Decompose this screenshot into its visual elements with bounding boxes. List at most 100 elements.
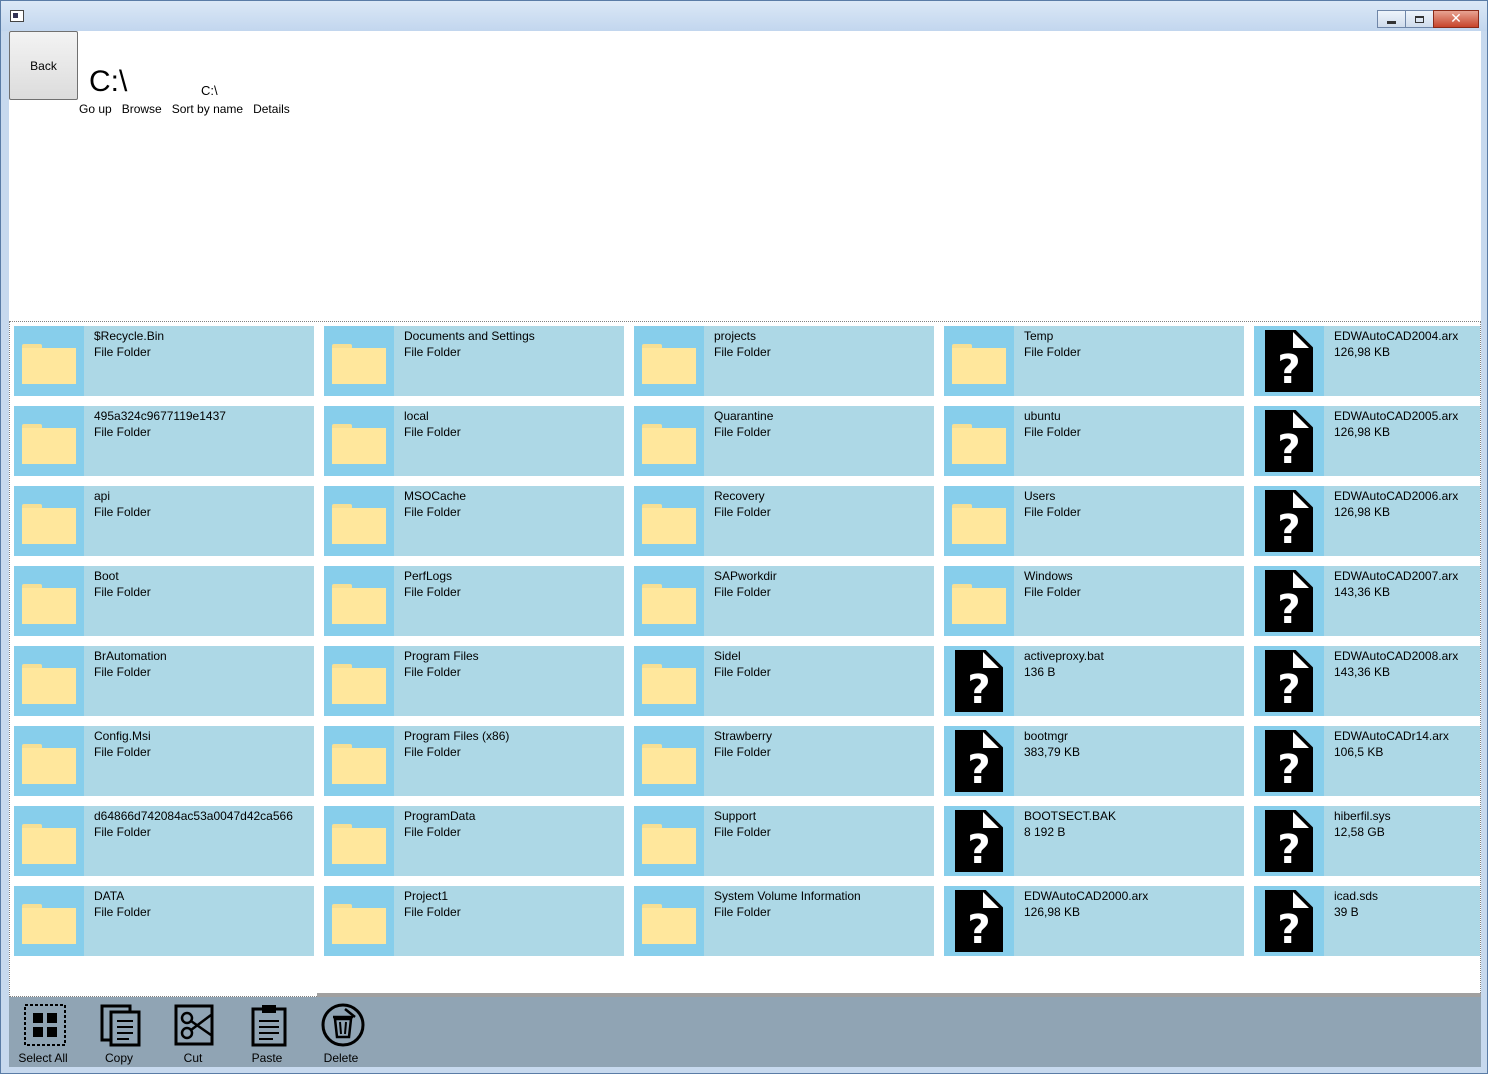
- file-item[interactable]: ? EDWAutoCAD2006.arx 126,98 KB: [1254, 486, 1480, 556]
- item-name: EDWAutoCADr14.arx: [1334, 729, 1449, 743]
- folder-item[interactable]: DATA File Folder: [14, 886, 314, 956]
- delete-button[interactable]: Delete: [309, 1001, 373, 1065]
- file-grid: $Recycle.Bin File Folder Documents and Set…: [14, 326, 1480, 956]
- item-name: Documents and Settings: [404, 329, 535, 343]
- folder-item[interactable]: ubuntu File Folder: [944, 406, 1244, 476]
- file-item[interactable]: ? EDWAutoCAD2004.arx 126,98 KB: [1254, 326, 1480, 396]
- browse-link[interactable]: Browse: [122, 102, 167, 116]
- item-name: Quarantine: [714, 409, 774, 423]
- file-item[interactable]: ? EDWAutoCAD2000.arx 126,98 KB: [944, 886, 1244, 956]
- folder-icon: [324, 646, 394, 716]
- copy-button[interactable]: Copy: [87, 1001, 151, 1065]
- item-name: Project1: [404, 889, 449, 903]
- unknown-file-icon: ?: [1254, 726, 1324, 796]
- item-name: icad.sds: [1334, 889, 1379, 903]
- file-item[interactable]: ? EDWAutoCAD2008.arx 143,36 KB: [1254, 646, 1480, 716]
- folder-item[interactable]: 495a324c9677119e1437 File Folder: [14, 406, 314, 476]
- app-icon[interactable]: [10, 10, 24, 22]
- folder-item[interactable]: projects File Folder: [634, 326, 934, 396]
- folder-item[interactable]: System Volume Information File Folder: [634, 886, 934, 956]
- file-item[interactable]: ? activeproxy.bat 136 B: [944, 646, 1244, 716]
- folder-item[interactable]: BrAutomation File Folder: [14, 646, 314, 716]
- file-item[interactable]: ? EDWAutoCAD2005.arx 126,98 KB: [1254, 406, 1480, 476]
- item-name: EDWAutoCAD2008.arx: [1334, 649, 1459, 663]
- copy-label: Copy: [104, 1051, 133, 1065]
- file-item[interactable]: ? bootmgr 383,79 KB: [944, 726, 1244, 796]
- item-info: File Folder: [404, 665, 461, 679]
- folder-item[interactable]: Support File Folder: [634, 806, 934, 876]
- back-button[interactable]: Back: [9, 31, 78, 100]
- folder-item[interactable]: Project1 File Folder: [324, 886, 624, 956]
- item-info: File Folder: [94, 905, 151, 919]
- cut-label: Cut: [183, 1051, 203, 1065]
- folder-item[interactable]: Recovery File Folder: [634, 486, 934, 556]
- unknown-file-icon: ?: [1254, 326, 1324, 396]
- folder-item[interactable]: Program Files (x86) File Folder: [324, 726, 624, 796]
- item-info: File Folder: [404, 425, 461, 439]
- minimize-button[interactable]: [1377, 10, 1406, 28]
- maximize-button[interactable]: [1405, 10, 1434, 28]
- folder-item[interactable]: Quarantine File Folder: [634, 406, 934, 476]
- folder-item[interactable]: Documents and Settings File Folder: [324, 326, 624, 396]
- item-name: Users: [1024, 489, 1056, 503]
- folder-icon: [634, 326, 704, 396]
- sort-by-name-link[interactable]: Sort by name: [172, 102, 248, 116]
- file-item[interactable]: ? BOOTSECT.BAK 8 192 B: [944, 806, 1244, 876]
- item-info: File Folder: [94, 345, 151, 359]
- item-info: File Folder: [94, 665, 151, 679]
- file-item[interactable]: ? hiberfil.sys 12,58 GB: [1254, 806, 1480, 876]
- item-name: d64866d742084ac53a0047d42ca566: [94, 809, 293, 823]
- folder-item[interactable]: ProgramData File Folder: [324, 806, 624, 876]
- item-name: Sidel: [714, 649, 741, 663]
- item-info: 143,36 KB: [1334, 585, 1391, 599]
- folder-item[interactable]: Sidel File Folder: [634, 646, 934, 716]
- item-info: File Folder: [1024, 425, 1081, 439]
- item-info: File Folder: [404, 825, 461, 839]
- folder-item[interactable]: Temp File Folder: [944, 326, 1244, 396]
- folder-icon: [944, 486, 1014, 556]
- close-button[interactable]: ✕: [1433, 10, 1479, 28]
- select-all-button[interactable]: Select All: [11, 1001, 75, 1065]
- item-name: Recovery: [714, 489, 765, 503]
- cut-button[interactable]: Cut: [161, 1001, 225, 1065]
- folder-item[interactable]: Boot File Folder: [14, 566, 314, 636]
- select-all-icon: [24, 1004, 66, 1046]
- file-list[interactable]: $Recycle.Bin File Folder Documents and Set…: [9, 321, 1481, 997]
- folder-item[interactable]: $Recycle.Bin File Folder: [14, 326, 314, 396]
- folder-item[interactable]: Config.Msi File Folder: [14, 726, 314, 796]
- folder-item[interactable]: Windows File Folder: [944, 566, 1244, 636]
- minimize-icon: [1387, 20, 1396, 24]
- folder-item[interactable]: api File Folder: [14, 486, 314, 556]
- item-info: File Folder: [404, 345, 461, 359]
- item-info: File Folder: [714, 825, 771, 839]
- file-item[interactable]: ? EDWAutoCADr14.arx 106,5 KB: [1254, 726, 1480, 796]
- folder-item[interactable]: Users File Folder: [944, 486, 1244, 556]
- folder-item[interactable]: Strawberry File Folder: [634, 726, 934, 796]
- folder-item[interactable]: d64866d742084ac53a0047d42ca566 File Folde…: [14, 806, 314, 876]
- folder-item[interactable]: PerfLogs File Folder: [324, 566, 624, 636]
- details-link[interactable]: Details: [253, 102, 295, 116]
- item-info: File Folder: [1024, 505, 1081, 519]
- maximize-icon: [1415, 15, 1424, 23]
- folder-icon: [324, 886, 394, 956]
- item-info: File Folder: [714, 745, 771, 759]
- folder-item[interactable]: Program Files File Folder: [324, 646, 624, 716]
- item-info: File Folder: [94, 585, 151, 599]
- folder-icon: [14, 406, 84, 476]
- item-info: File Folder: [404, 505, 461, 519]
- item-info: 126,98 KB: [1024, 905, 1081, 919]
- paste-button[interactable]: Paste: [235, 1001, 299, 1065]
- item-info: File Folder: [714, 345, 771, 359]
- folder-item[interactable]: MSOCache File Folder: [324, 486, 624, 556]
- go-up-link[interactable]: Go up: [79, 102, 117, 116]
- folder-item[interactable]: SAPworkdir File Folder: [634, 566, 934, 636]
- item-name: $Recycle.Bin: [94, 329, 165, 343]
- file-item[interactable]: ? icad.sds 39 B: [1254, 886, 1480, 956]
- close-icon: ✕: [1450, 11, 1462, 27]
- folder-icon: [634, 566, 704, 636]
- folder-item[interactable]: local File Folder: [324, 406, 624, 476]
- item-name: ubuntu: [1024, 409, 1061, 423]
- folder-icon: [14, 486, 84, 556]
- file-item[interactable]: ? EDWAutoCAD2007.arx 143,36 KB: [1254, 566, 1480, 636]
- folder-icon: [14, 326, 84, 396]
